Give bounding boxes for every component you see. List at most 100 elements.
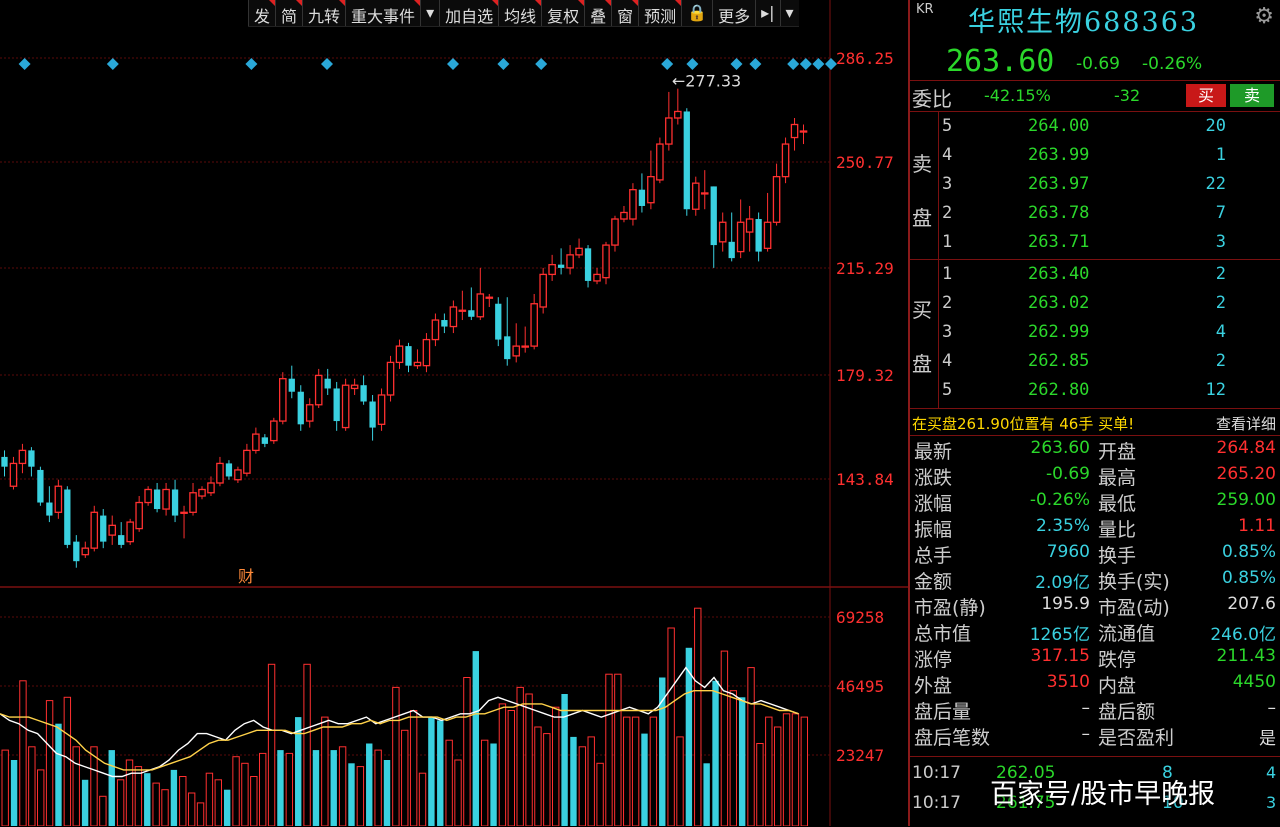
toolbar-item-3[interactable]: 重大事件 <box>345 0 421 26</box>
volume-bar-down <box>712 680 719 826</box>
stat-label: 盘后量 <box>914 701 972 723</box>
volume-bar-up <box>418 772 427 826</box>
ask-row[interactable]: 1 263.71 3 <box>938 228 1280 257</box>
sell-button[interactable]: 卖 <box>1230 84 1274 107</box>
market-tag: KR <box>916 2 934 17</box>
toolbar-item-2[interactable]: 九转 <box>302 0 346 26</box>
toolbar-item-6[interactable]: 均线 <box>498 0 542 26</box>
volume-bar-down <box>348 763 355 826</box>
stat-value: 3510 <box>1046 672 1090 692</box>
stat-1: 涨跌 -0.69 <box>914 463 1090 489</box>
level-price: 263.99 <box>1028 145 1090 165</box>
toolbar-item-9[interactable]: 窗 <box>611 0 639 26</box>
view-detail-link[interactable]: 查看详细 <box>1216 413 1276 434</box>
stat-value: 7960 <box>1046 542 1090 562</box>
candle-body-down <box>468 310 475 317</box>
volume-bar-up <box>250 776 258 826</box>
bid-row[interactable]: 1 263.40 2 <box>938 260 1280 289</box>
stat-9-b: 内盘 4450 <box>1098 671 1276 697</box>
level: 1 <box>942 232 953 252</box>
toolbar-item-14[interactable]: ▾ <box>779 0 799 26</box>
toolbar-item-12[interactable]: 更多 <box>712 0 755 26</box>
candle-body-up <box>279 378 287 422</box>
volume-bar-up <box>161 789 169 826</box>
toolbar-item-8[interactable]: 叠 <box>584 0 612 26</box>
stat-label: 量比 <box>1098 519 1137 541</box>
ask-row[interactable]: 3 263.97 22 <box>938 170 1280 199</box>
price-axis-label: 215.29 <box>836 259 894 278</box>
stat-value: -0.26% <box>1029 490 1090 510</box>
toolbar-item-4[interactable]: ▾ <box>420 0 439 26</box>
buy-button[interactable]: 买 <box>1186 84 1226 107</box>
notice-text: 在买盘261.90位置有 46手 买单! <box>912 415 1135 433</box>
volume-bar-up <box>392 686 400 826</box>
tick-time: 10:17 <box>912 763 961 783</box>
ask-book: 卖盘 5 264.00 20 4 263.99 1 3 263.97 22 2 263.78 7 1 26… <box>910 112 1280 260</box>
level: 5 <box>942 116 953 136</box>
volume-bar-up <box>99 795 107 826</box>
ask-row[interactable]: 5 264.00 20 <box>938 112 1280 141</box>
stat-value: – <box>1081 698 1091 718</box>
weibi-diff: -32 <box>1114 86 1141 105</box>
candle-body-down <box>638 189 646 206</box>
bid-row[interactable]: 2 263.02 2 <box>938 289 1280 318</box>
candle-body-up <box>386 361 395 396</box>
stat-7-b: 流通值 246.0亿 <box>1098 619 1276 645</box>
volume-bar-up <box>401 729 409 826</box>
level-volume: 4 <box>1215 322 1226 342</box>
stat-value: 4450 <box>1232 672 1276 692</box>
stat-label: 跌停 <box>1098 649 1137 671</box>
stock-name: 华熙生物 <box>968 7 1084 38</box>
price-change: -0.69 <box>1076 54 1120 74</box>
bid-row[interactable]: 3 262.99 4 <box>938 318 1280 347</box>
level-volume: 22 <box>1205 174 1226 194</box>
gear-icon[interactable]: ⚙ <box>1254 4 1274 29</box>
toolbar-item-7[interactable]: 复权 <box>541 0 585 26</box>
volume-bar-up <box>596 762 604 826</box>
candle-body-up <box>252 433 260 452</box>
candle-body-down <box>324 378 331 389</box>
toolbar-item-1[interactable]: 简 <box>275 0 303 26</box>
stat-label: 涨跌 <box>914 467 953 489</box>
event-marker-icon <box>497 58 510 70</box>
candle-body-up <box>81 547 90 556</box>
volume-bar-up <box>507 710 516 826</box>
candle-body-up <box>377 394 386 425</box>
toolbar-item-5[interactable]: 加自选 <box>439 0 499 26</box>
candle-body-down <box>100 515 107 542</box>
stat-value: – <box>1081 724 1091 744</box>
kline-chart[interactable]: 286.25 250.77 215.29 179.32 143.84 69258 46495… <box>0 0 908 826</box>
candle-body-up <box>305 404 314 422</box>
ask-row[interactable]: 4 263.99 1 <box>938 141 1280 170</box>
volume-bar-up <box>587 736 595 826</box>
toolbar-item-10[interactable]: 预测 <box>638 0 682 26</box>
candle-body-up <box>665 117 673 145</box>
stat-value: 1265亿 <box>1029 625 1090 645</box>
level-volume: 2 <box>1215 264 1226 284</box>
level: 2 <box>942 203 953 223</box>
stat-10-b: 盘后额 – <box>1098 697 1276 723</box>
volume-bar-down <box>703 763 710 826</box>
volume-bar-up <box>782 713 791 826</box>
bid-row[interactable]: 4 262.85 2 <box>938 347 1280 376</box>
financial-report-marker: 财 <box>238 567 254 586</box>
volume-bar-up <box>552 706 560 826</box>
stat-value: 2.35% <box>1035 516 1090 536</box>
toolbar-item-13[interactable]: ▸| <box>755 0 779 26</box>
stat-3: 振幅 2.35% <box>914 515 1090 541</box>
volume-bar-up <box>321 716 329 826</box>
toolbar-item-0[interactable]: 发 <box>248 0 276 26</box>
tick-count: 4 <box>1266 763 1277 782</box>
candle-body-up <box>593 273 601 282</box>
ask-row[interactable]: 2 263.78 7 <box>938 199 1280 228</box>
candle-body-up <box>395 345 404 364</box>
candle-body-up <box>566 254 574 269</box>
toolbar-item-11[interactable]: 🔒 <box>681 0 712 26</box>
level-volume: 2 <box>1215 293 1226 313</box>
volume-bar-down <box>641 733 648 826</box>
candle-body-down <box>73 541 80 562</box>
candle-body-down <box>118 535 125 545</box>
stat-value: 259.00 <box>1216 490 1276 510</box>
bid-row[interactable]: 5 262.80 12 <box>938 376 1280 405</box>
tick-count: 3 <box>1266 793 1277 812</box>
